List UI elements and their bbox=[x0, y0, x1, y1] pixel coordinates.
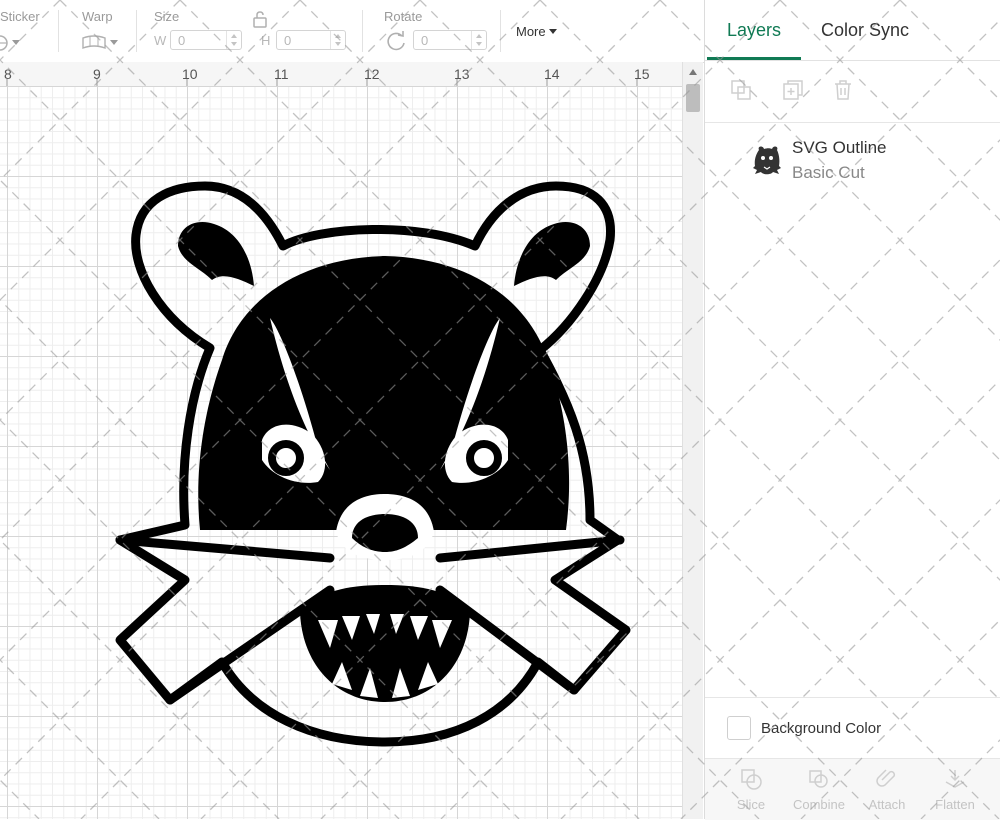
more-button[interactable]: More bbox=[516, 24, 557, 39]
width-input[interactable]: 0 bbox=[170, 30, 242, 50]
scrollbar-thumb[interactable] bbox=[686, 84, 700, 112]
top-edit-toolbar: Sticker Warp Size W 0 H 0 Rotate 0 More bbox=[0, 0, 704, 63]
divider bbox=[705, 122, 1000, 123]
height-input[interactable]: 0 bbox=[276, 30, 346, 50]
width-stepper[interactable] bbox=[226, 31, 241, 49]
toolbar-divider bbox=[362, 10, 363, 52]
layer-thumbnail-icon bbox=[753, 146, 781, 175]
tab-layers[interactable]: Layers bbox=[727, 20, 781, 41]
group-icon[interactable] bbox=[729, 78, 753, 102]
height-prefix: H bbox=[261, 33, 271, 48]
background-color-swatch[interactable] bbox=[727, 716, 751, 740]
flatten-button[interactable]: Flatten bbox=[925, 767, 985, 812]
rotate-input[interactable]: 0 bbox=[413, 30, 487, 50]
toolbar-divider bbox=[136, 10, 137, 52]
duplicate-icon[interactable] bbox=[781, 78, 805, 102]
lock-icon[interactable] bbox=[252, 10, 268, 28]
rotate-label: Rotate bbox=[384, 9, 423, 24]
badger-head-design[interactable] bbox=[0, 86, 682, 819]
warp-icon[interactable] bbox=[80, 33, 108, 53]
size-label: Size bbox=[154, 9, 180, 24]
horizontal-ruler: 8 9 10 11 12 13 14 15 bbox=[0, 62, 682, 87]
layer-item[interactable]: SVG Outline Basic Cut bbox=[705, 132, 1000, 188]
rotate-stepper[interactable] bbox=[471, 31, 486, 49]
toolbar-divider bbox=[58, 10, 59, 52]
layer-name: SVG Outline bbox=[792, 138, 887, 157]
scroll-up-icon[interactable] bbox=[689, 69, 697, 75]
divider bbox=[705, 60, 1000, 61]
background-color-label: Background Color bbox=[761, 720, 882, 737]
divider bbox=[705, 697, 1000, 698]
layers-panel: Layers Color Sync SVG Outline Basic Cut … bbox=[704, 0, 1000, 820]
design-canvas[interactable] bbox=[0, 86, 682, 819]
combine-icon bbox=[809, 770, 828, 788]
warp-label: Warp bbox=[82, 9, 113, 24]
rotate-icon[interactable] bbox=[385, 30, 407, 52]
warp-dropdown-icon[interactable] bbox=[110, 40, 118, 46]
width-prefix: W bbox=[154, 33, 167, 48]
flatten-icon bbox=[945, 770, 965, 788]
sticker-label: Sticker bbox=[0, 9, 40, 24]
more-caret-icon bbox=[548, 29, 557, 34]
attach-icon bbox=[876, 769, 896, 787]
vertical-scrollbar[interactable] bbox=[682, 62, 703, 819]
slice-icon bbox=[741, 769, 762, 790]
toolbar-divider bbox=[500, 10, 501, 52]
attach-button[interactable]: Attach bbox=[857, 767, 917, 812]
layer-operation: Basic Cut bbox=[792, 163, 865, 182]
height-stepper[interactable] bbox=[330, 31, 345, 49]
sticker-dropdown-icon[interactable] bbox=[12, 40, 20, 46]
delete-icon[interactable] bbox=[831, 78, 855, 102]
layer-actions-bar: Slice Combine Attach Flatten bbox=[705, 758, 1000, 820]
tab-color-sync[interactable]: Color Sync bbox=[821, 20, 909, 41]
combine-button[interactable]: Combine bbox=[789, 767, 849, 812]
slice-button[interactable]: Slice bbox=[721, 767, 781, 812]
